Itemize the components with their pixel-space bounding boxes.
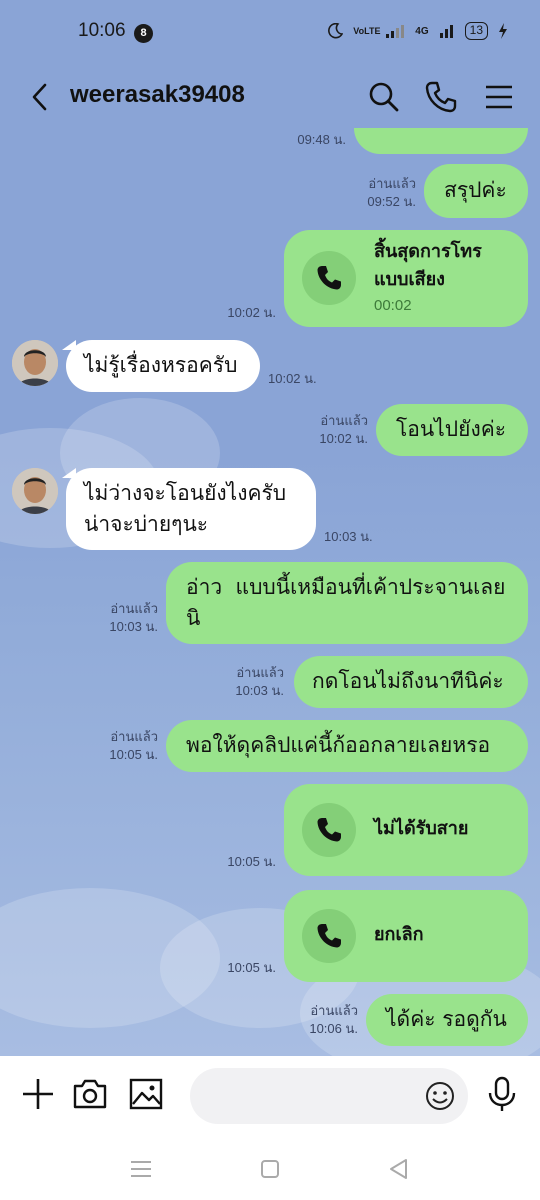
message-time: 10:02 น. bbox=[319, 431, 368, 446]
message-time: 10:02 น. bbox=[268, 371, 317, 386]
message-meta: อ่านแล้ว 10:03 น. bbox=[198, 664, 284, 700]
message-text-line1: อ่าว แบบนี้เหมือนที่เค้าประจานเลย bbox=[186, 575, 506, 599]
message-text: ได้ค่ะ รอดูกัน bbox=[386, 1007, 507, 1031]
avatar-photo-icon bbox=[12, 340, 58, 386]
search-icon[interactable] bbox=[366, 80, 400, 114]
read-receipt: อ่านแล้ว bbox=[320, 413, 368, 428]
call-bubble-missed[interactable]: ไม่ได้รับสาย bbox=[284, 784, 528, 876]
microphone-icon[interactable] bbox=[482, 1074, 522, 1114]
message-meta: อ่านแล้ว 10:06 น. bbox=[272, 1002, 358, 1038]
message-meta: อ่านแล้ว 09:52 น. bbox=[330, 175, 416, 211]
call-icon-circle bbox=[302, 251, 356, 305]
signal-icon-2 bbox=[439, 25, 453, 38]
message-text: กดโอนไม่ถึงนาทีนิค่ะ bbox=[312, 669, 504, 693]
system-nav-bar bbox=[0, 1136, 540, 1200]
message-time: 10:05 น. bbox=[227, 854, 276, 869]
chat-title[interactable]: weerasak39408 bbox=[70, 81, 245, 109]
message-bubble-out[interactable]: พอให้ดุคลิปแค่นี้ก้ออกลายเลยหรอ bbox=[166, 720, 528, 772]
message-bubble-out[interactable]: กดโอนไม่ถึงนาทีนิค่ะ bbox=[294, 656, 528, 708]
read-receipt: อ่านแล้ว bbox=[368, 176, 416, 191]
hamburger-menu-icon[interactable] bbox=[482, 80, 516, 114]
phone-icon bbox=[317, 818, 341, 842]
call-bubble-ended[interactable]: สิ้นสุดการโทร แบบเสียง 00:02 bbox=[284, 230, 528, 327]
read-receipt: อ่านแล้ว bbox=[310, 1003, 358, 1018]
home-icon[interactable] bbox=[257, 1156, 283, 1182]
message-text-line2: นิ bbox=[186, 606, 201, 630]
call-duration: 00:02 bbox=[374, 297, 412, 314]
volte-indicator: VoLTE bbox=[353, 25, 381, 36]
avatar[interactable] bbox=[12, 340, 58, 386]
emoji-icon[interactable] bbox=[424, 1080, 456, 1112]
avatar-photo-icon bbox=[12, 468, 58, 514]
camera-icon[interactable] bbox=[70, 1074, 110, 1114]
avatar[interactable] bbox=[12, 468, 58, 514]
message-time: 09:48 น. bbox=[297, 132, 346, 147]
message-input-bar bbox=[0, 1056, 540, 1136]
message-time: 09:52 น. bbox=[367, 194, 416, 209]
message-time: 10:05 น. bbox=[227, 960, 276, 975]
read-receipt: อ่านแล้ว bbox=[110, 729, 158, 744]
chat-header: weerasak39408 bbox=[0, 66, 540, 128]
plus-icon[interactable] bbox=[18, 1074, 58, 1114]
phone-icon[interactable] bbox=[424, 80, 458, 114]
network-4g-indicator: 4G bbox=[415, 25, 429, 37]
recent-apps-icon[interactable] bbox=[128, 1156, 154, 1182]
call-status: ไม่ได้รับสาย bbox=[374, 818, 469, 839]
status-time: 10:06 bbox=[78, 20, 126, 41]
message-text: พอให้ดุคลิปแค่นี้ก้ออกลายเลยหรอ bbox=[186, 733, 491, 757]
message-text: สรุปค่ะ bbox=[444, 178, 507, 202]
message-list[interactable]: 09:48 น. สรุปค่ะ อ่านแล้ว 09:52 น. สิ้นส… bbox=[0, 128, 540, 1056]
message-text: โอนไปยังค่ะ bbox=[396, 417, 507, 441]
message-time: 10:03 น. bbox=[324, 529, 373, 544]
message-time: 10:02 น. bbox=[227, 305, 276, 320]
message-meta: อ่านแล้ว 10:03 น. bbox=[72, 600, 158, 636]
message-meta: อ่านแล้ว 10:02 น. bbox=[282, 412, 368, 448]
call-icon-circle bbox=[302, 803, 356, 857]
message-bubble-out[interactable]: สรุปค่ะ bbox=[424, 164, 528, 218]
status-icons: VoLTE 4G 13 bbox=[327, 22, 508, 40]
message-bubble-in[interactable]: ไม่รู้เรื่องหรอครับ bbox=[66, 340, 260, 392]
message-time: 10:06 น. bbox=[309, 1021, 358, 1036]
message-meta: อ่านแล้ว 10:05 น. bbox=[72, 728, 158, 764]
call-bubble-cancelled[interactable]: ยกเลิก bbox=[284, 890, 528, 982]
message-text-line2: น่าจะบ่ายๆนะ bbox=[84, 512, 209, 536]
signal-icon bbox=[386, 25, 405, 38]
call-title: สิ้นสุดการโทร bbox=[374, 241, 482, 262]
battery-indicator: 13 bbox=[464, 22, 488, 40]
message-bubble-in[interactable]: ไม่ว่างจะโอนยังไงครับ น่าจะบ่ายๆนะ bbox=[66, 468, 316, 550]
read-receipt: อ่านแล้ว bbox=[110, 601, 158, 616]
message-time: 10:05 น. bbox=[109, 747, 158, 762]
charging-icon bbox=[499, 23, 507, 39]
notification-count-badge: 8 bbox=[134, 24, 153, 43]
call-icon-circle bbox=[302, 909, 356, 963]
message-input[interactable] bbox=[190, 1068, 468, 1124]
call-title-line2: แบบเสียง bbox=[374, 269, 445, 290]
message-text: ไม่รู้เรื่องหรอครับ bbox=[84, 353, 238, 377]
chevron-left-icon[interactable] bbox=[26, 80, 56, 114]
phone-icon bbox=[317, 924, 341, 948]
message-time: 10:03 น. bbox=[235, 683, 284, 698]
read-receipt: อ่านแล้ว bbox=[236, 665, 284, 680]
message-bubble-partial[interactable] bbox=[354, 128, 528, 154]
message-bubble-out[interactable]: อ่าว แบบนี้เหมือนที่เค้าประจานเลย นิ bbox=[166, 562, 528, 644]
message-bubble-out[interactable]: โอนไปยังค่ะ bbox=[376, 404, 528, 456]
message-bubble-out[interactable]: ได้ค่ะ รอดูกัน bbox=[366, 994, 528, 1046]
message-text-line1: ไม่ว่างจะโอนยังไงครับ bbox=[84, 481, 287, 505]
call-status: ยกเลิก bbox=[374, 924, 424, 945]
status-bar: 10:06 8 VoLTE 4G 13 bbox=[0, 0, 540, 66]
back-nav-icon[interactable] bbox=[386, 1156, 412, 1182]
moon-icon bbox=[328, 23, 344, 39]
image-icon[interactable] bbox=[126, 1074, 166, 1114]
message-time: 10:03 น. bbox=[109, 619, 158, 634]
phone-icon bbox=[317, 266, 341, 290]
